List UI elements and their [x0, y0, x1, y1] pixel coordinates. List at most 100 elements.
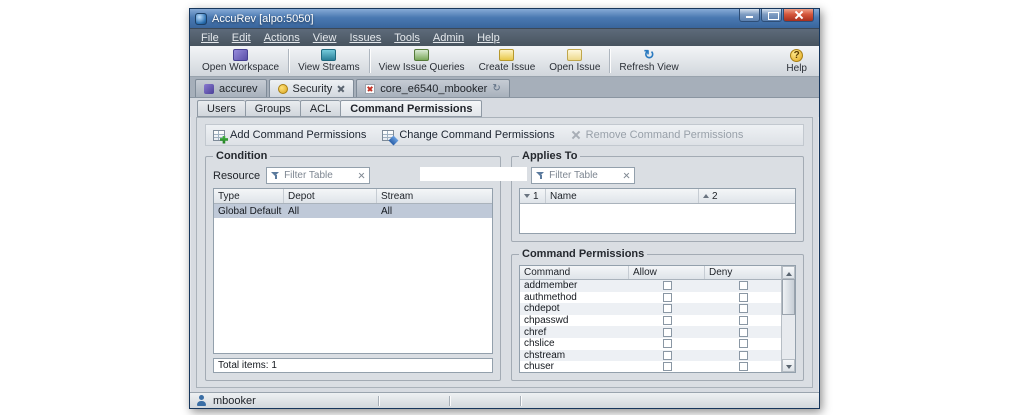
- permissions-action-bar: Add Command Permissions Change Command P…: [205, 124, 804, 146]
- scrollbar-track[interactable]: [782, 315, 795, 359]
- condition-table-row[interactable]: Global Default All All: [214, 204, 492, 218]
- column-header-command[interactable]: Command: [520, 266, 629, 279]
- allow-checkbox[interactable]: [663, 304, 672, 313]
- column-header-name[interactable]: Name: [546, 189, 699, 203]
- tab-close-icon[interactable]: [337, 85, 345, 93]
- deny-checkbox[interactable]: [739, 339, 748, 348]
- menu-tools[interactable]: Tools: [388, 32, 426, 44]
- deny-checkbox[interactable]: [739, 316, 748, 325]
- scroll-down-icon[interactable]: [782, 359, 795, 372]
- scrollbar-thumb[interactable]: [782, 279, 795, 315]
- menu-edit[interactable]: Edit: [226, 32, 257, 44]
- toolbar-separator: [609, 49, 610, 73]
- menu-admin[interactable]: Admin: [427, 32, 470, 44]
- close-button[interactable]: [783, 9, 814, 22]
- allow-checkbox[interactable]: [663, 316, 672, 325]
- view-issue-queries-button[interactable]: View Issue Queries: [372, 46, 472, 76]
- titlebar[interactable]: AccuRev [alpo:5050]: [190, 9, 819, 28]
- menu-actions[interactable]: Actions: [258, 32, 306, 44]
- window-controls: [739, 9, 814, 22]
- command-row-chslice[interactable]: chslice: [520, 338, 781, 350]
- command-row-chpasswd[interactable]: chpasswd: [520, 315, 781, 327]
- column-header-depot[interactable]: Depot: [284, 189, 377, 203]
- open-issue-label: Open Issue: [549, 62, 600, 73]
- allow-checkbox[interactable]: [663, 328, 672, 337]
- deny-checkbox[interactable]: [739, 328, 748, 337]
- allow-checkbox[interactable]: [663, 293, 672, 302]
- status-bar: mbooker: [190, 392, 819, 408]
- column-header-2[interactable]: 2: [699, 189, 795, 203]
- menu-issues[interactable]: Issues: [343, 32, 387, 44]
- tab-core-e6540-mbooker[interactable]: core_e6540_mbooker ↻: [356, 79, 509, 97]
- cell-depot: All: [284, 206, 377, 217]
- applies-to-table-empty-area: [520, 204, 795, 233]
- accurev-tab-icon: [204, 84, 214, 94]
- command-row-chuser[interactable]: chuser: [520, 361, 781, 373]
- remove-command-permissions-icon: [571, 130, 581, 140]
- subtab-acl[interactable]: ACL: [300, 100, 340, 117]
- add-command-permissions-button[interactable]: Add Command Permissions: [213, 129, 366, 141]
- remove-command-permissions-label: Remove Command Permissions: [586, 129, 744, 141]
- applies-to-filter-input[interactable]: Filter Table: [531, 167, 635, 184]
- deny-checkbox[interactable]: [739, 281, 748, 290]
- clear-filter-icon[interactable]: [358, 172, 365, 179]
- column-header-deny[interactable]: Deny: [705, 266, 781, 279]
- change-badge-icon: [389, 135, 399, 145]
- column-header-allow[interactable]: Allow: [629, 266, 705, 279]
- command-permissions-panel: Add Command Permissions Change Command P…: [196, 117, 813, 388]
- command-row-chref[interactable]: chref: [520, 326, 781, 338]
- menu-view[interactable]: View: [307, 32, 343, 44]
- menu-help[interactable]: Help: [471, 32, 506, 44]
- applies-to-group-title: Applies To: [519, 150, 580, 162]
- deny-checkbox[interactable]: [739, 362, 748, 371]
- column-header-stream[interactable]: Stream: [377, 189, 492, 203]
- alert-tab-icon: [365, 84, 375, 94]
- clear-filter-icon[interactable]: [623, 172, 630, 179]
- deny-checkbox[interactable]: [739, 304, 748, 313]
- subtab-groups[interactable]: Groups: [245, 100, 300, 117]
- column-header-1[interactable]: 1: [520, 189, 546, 203]
- allow-checkbox[interactable]: [663, 351, 672, 360]
- command-row-chdepot[interactable]: chdepot: [520, 303, 781, 315]
- refresh-view-icon: ↻: [644, 49, 655, 61]
- allow-checkbox[interactable]: [663, 281, 672, 290]
- condition-filter-input[interactable]: Filter Table: [266, 167, 370, 184]
- create-issue-icon: [499, 49, 514, 61]
- command-row-chstream[interactable]: chstream: [520, 350, 781, 362]
- command-row-authmethod[interactable]: authmethod: [520, 292, 781, 304]
- create-issue-button[interactable]: Create Issue: [472, 46, 543, 76]
- vertical-scrollbar[interactable]: [781, 266, 795, 372]
- help-label: Help: [786, 63, 807, 74]
- condition-table-header: Type Depot Stream: [214, 189, 492, 204]
- view-streams-button[interactable]: View Streams: [291, 46, 367, 76]
- deny-checkbox[interactable]: [739, 351, 748, 360]
- subtab-command-permissions[interactable]: Command Permissions: [340, 100, 482, 117]
- command-permissions-grid: Command Allow Deny addmember authmethod: [520, 266, 781, 372]
- condition-filter-placeholder: Filter Table: [284, 170, 354, 181]
- subtab-users[interactable]: Users: [197, 100, 245, 117]
- scroll-up-icon[interactable]: [782, 266, 795, 279]
- status-separator: [378, 396, 379, 406]
- column-header-1-label: 1: [533, 191, 539, 202]
- allow-checkbox[interactable]: [663, 362, 672, 371]
- tab-accurev[interactable]: accurev: [195, 79, 267, 97]
- menu-file[interactable]: File: [195, 32, 225, 44]
- open-workspace-button[interactable]: Open Workspace: [195, 46, 286, 76]
- tab-security[interactable]: Security: [269, 79, 355, 97]
- refresh-view-button[interactable]: ↻ Refresh View: [612, 46, 685, 76]
- refresh-view-label: Refresh View: [619, 62, 678, 73]
- command-row-addmember[interactable]: addmember: [520, 280, 781, 292]
- allow-checkbox[interactable]: [663, 339, 672, 348]
- app-window: AccuRev [alpo:5050] File Edit Actions Vi…: [189, 8, 820, 409]
- minimize-button[interactable]: [739, 9, 760, 22]
- remove-command-permissions-button[interactable]: Remove Command Permissions: [571, 129, 744, 141]
- column-header-type[interactable]: Type: [214, 189, 284, 203]
- change-command-permissions-button[interactable]: Change Command Permissions: [382, 129, 554, 141]
- maximize-button[interactable]: [761, 9, 782, 22]
- deny-checkbox[interactable]: [739, 293, 748, 302]
- change-command-permissions-label: Change Command Permissions: [399, 129, 554, 141]
- help-button[interactable]: ? Help: [779, 46, 814, 76]
- white-overlay-box: [420, 167, 527, 181]
- open-issue-button[interactable]: Open Issue: [542, 46, 607, 76]
- command-name: chref: [520, 327, 629, 338]
